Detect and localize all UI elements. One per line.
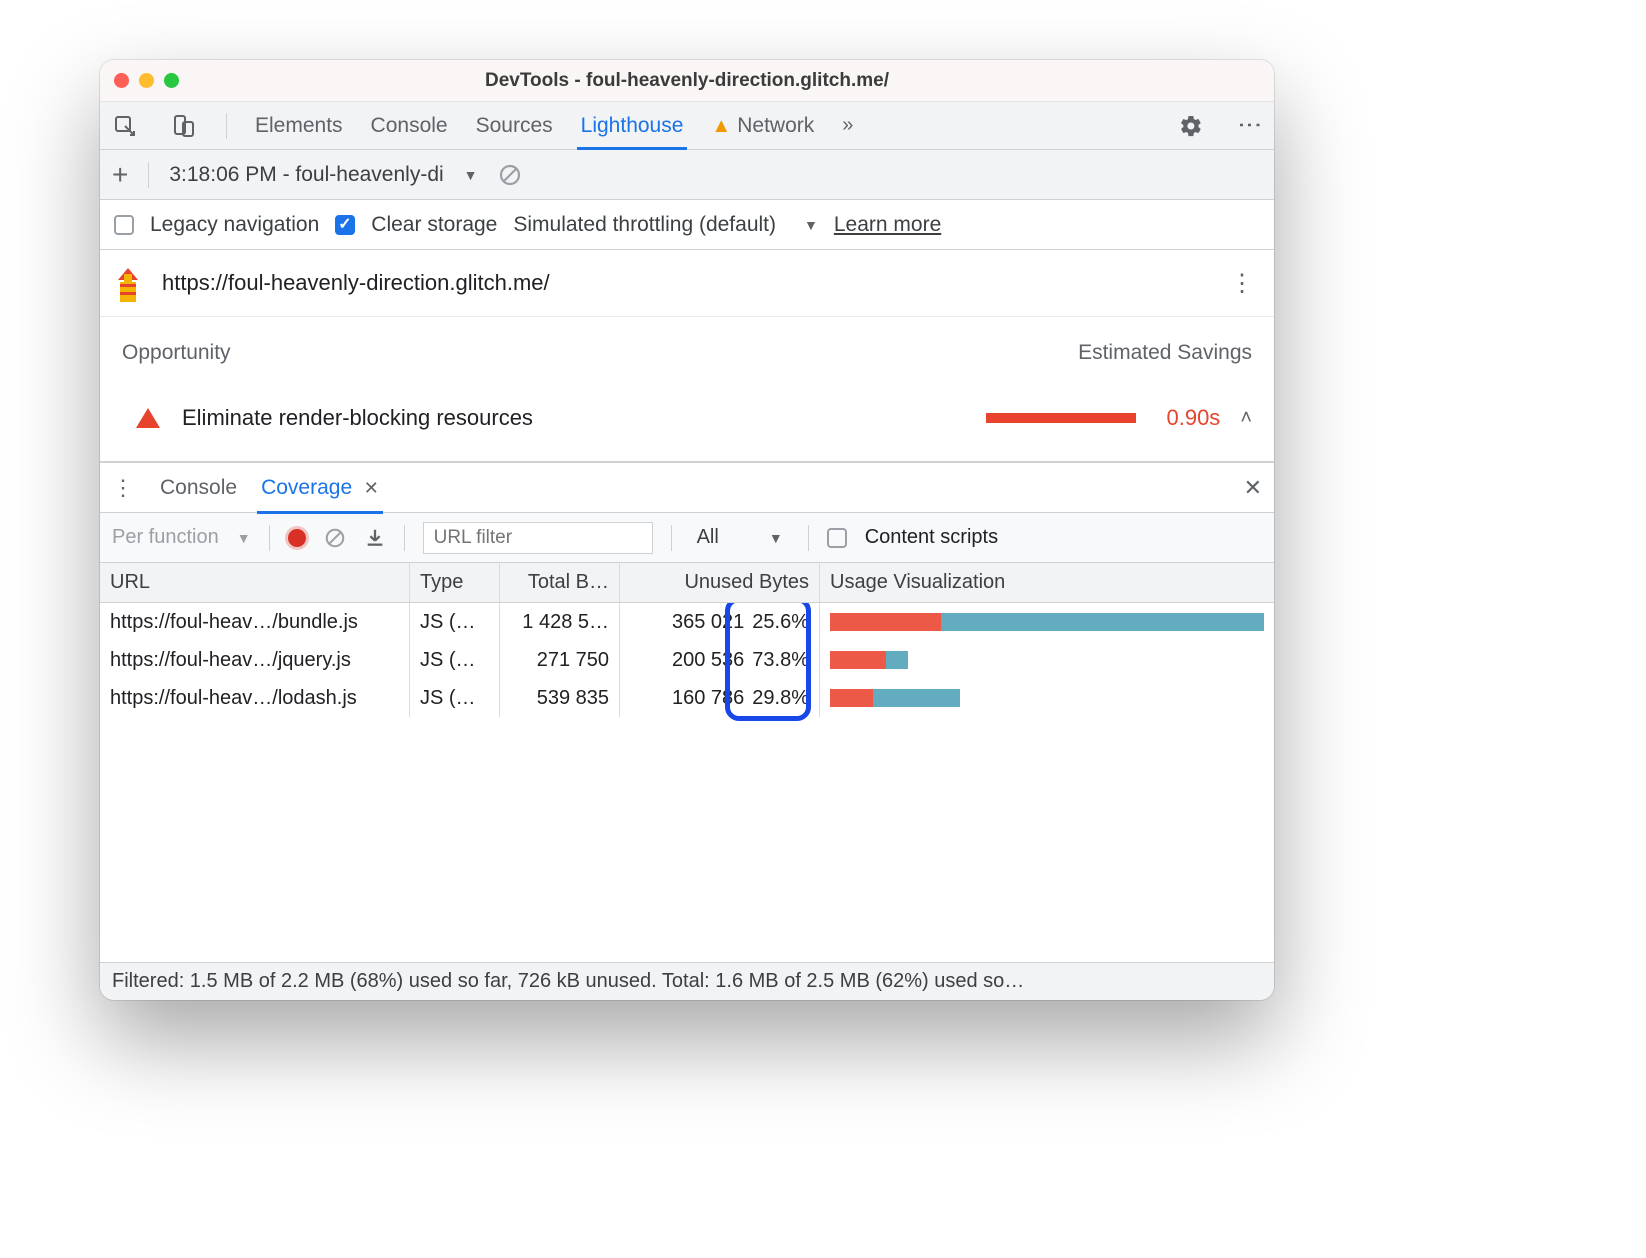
mode-chevron-icon[interactable]: ▼: [237, 530, 251, 546]
cell-url: https://foul-heav…/lodash.js: [100, 679, 410, 717]
cell-unused-bytes: 160 78629.8%: [620, 679, 820, 717]
lighthouse-toolbar: + 3:18:06 PM - foul-heavenly-di ▼: [100, 150, 1274, 200]
cell-type: JS (…: [410, 679, 500, 717]
col-type[interactable]: Type: [410, 563, 500, 602]
cell-type: JS (…: [410, 603, 500, 641]
cell-usage-viz: [820, 679, 1274, 717]
coverage-mode-dropdown[interactable]: Per function: [112, 526, 219, 549]
cell-total-bytes: 1 428 5…: [500, 603, 620, 641]
export-icon[interactable]: [364, 527, 386, 549]
legacy-navigation-label: Legacy navigation: [150, 213, 319, 237]
clear-coverage-icon[interactable]: [324, 527, 346, 549]
close-window-button[interactable]: [114, 73, 129, 88]
tab-network[interactable]: ▲ Network: [711, 114, 814, 138]
opportunity-row[interactable]: Eliminate render-blocking resources 0.90…: [100, 375, 1274, 463]
report-menu-icon[interactable]: ⋮: [1230, 269, 1256, 298]
lighthouse-settings: Legacy navigation Clear storage Simulate…: [100, 200, 1274, 250]
collapse-chevron-icon[interactable]: ˄: [1240, 407, 1252, 430]
type-filter-dropdown[interactable]: All ▼: [690, 525, 790, 550]
clear-storage-checkbox[interactable]: [335, 215, 355, 235]
cell-total-bytes: 271 750: [500, 641, 620, 679]
divider: [808, 525, 809, 551]
tab-lighthouse[interactable]: Lighthouse: [581, 114, 684, 138]
cell-url: https://foul-heav…/jquery.js: [100, 641, 410, 679]
learn-more-link[interactable]: Learn more: [834, 213, 941, 237]
warning-icon: ▲: [711, 115, 731, 137]
drawer-menu-icon[interactable]: ⋮: [112, 475, 136, 501]
divider: [148, 162, 149, 188]
table-row[interactable]: https://foul-heav…/lodash.jsJS (…539 835…: [100, 679, 1274, 717]
new-report-button[interactable]: +: [112, 159, 128, 191]
devtools-tabbar: Elements Console Sources Lighthouse ▲ Net…: [100, 102, 1274, 150]
report-url: https://foul-heavenly-direction.glitch.m…: [162, 270, 550, 296]
content-scripts-label: Content scripts: [865, 526, 998, 549]
throttling-chevron-icon[interactable]: ▼: [804, 217, 818, 233]
cell-usage-viz: [820, 641, 1274, 679]
legacy-navigation-checkbox[interactable]: [114, 215, 134, 235]
close-tab-icon[interactable]: ✕: [364, 478, 379, 498]
col-total-bytes[interactable]: Total B…: [500, 563, 620, 602]
type-filter-chevron-icon: ▼: [769, 530, 783, 546]
opportunity-header-label: Opportunity: [122, 341, 231, 365]
tab-console[interactable]: Console: [371, 114, 448, 138]
minimize-window-button[interactable]: [139, 73, 154, 88]
report-dropdown[interactable]: 3:18:06 PM - foul-heavenly-di: [169, 163, 443, 187]
settings-gear-icon[interactable]: [1176, 111, 1206, 141]
opportunity-title: Eliminate render-blocking resources: [182, 405, 533, 431]
cell-unused-bytes: 200 53673.8%: [620, 641, 820, 679]
drawer-tab-coverage-label: Coverage: [261, 476, 352, 499]
dropdown-chevron-icon[interactable]: ▼: [464, 167, 478, 183]
savings-value: 0.90s: [1166, 405, 1220, 431]
content-scripts-checkbox[interactable]: [827, 528, 847, 548]
cell-url: https://foul-heav…/bundle.js: [100, 603, 410, 641]
type-filter-value: All: [697, 526, 719, 549]
lighthouse-url-row: https://foul-heavenly-direction.glitch.m…: [100, 250, 1274, 317]
record-button[interactable]: [288, 529, 306, 547]
devtools-window: DevTools - foul-heavenly-direction.glitc…: [100, 60, 1274, 1000]
window-titlebar: DevTools - foul-heavenly-direction.glitc…: [100, 60, 1274, 102]
kebab-menu-icon[interactable]: ⋮: [1234, 111, 1264, 141]
coverage-table-header: URL Type Total B… Unused Bytes Usage Vis…: [100, 563, 1274, 603]
divider: [671, 525, 672, 551]
zoom-window-button[interactable]: [164, 73, 179, 88]
coverage-table-body: https://foul-heav…/bundle.jsJS (…1 428 5…: [100, 603, 1274, 962]
drawer-tab-console[interactable]: Console: [160, 476, 237, 500]
coverage-toolbar: Per function ▼ All ▼ Content scripts: [100, 513, 1274, 563]
lighthouse-logo-icon: [108, 264, 148, 302]
col-usage-viz[interactable]: Usage Visualization: [820, 563, 1274, 602]
col-unused-bytes[interactable]: Unused Bytes: [620, 563, 820, 602]
fail-triangle-icon: [136, 408, 160, 428]
cell-unused-bytes: 365 02125.6%: [620, 603, 820, 641]
divider: [226, 113, 227, 139]
more-tabs-icon[interactable]: »: [842, 114, 853, 137]
close-drawer-icon[interactable]: ✕: [1244, 475, 1262, 501]
clear-storage-label: Clear storage: [371, 213, 497, 237]
tab-network-label: Network: [737, 114, 814, 137]
estimated-savings-header-label: Estimated Savings: [1078, 341, 1252, 365]
table-row[interactable]: https://foul-heav…/bundle.jsJS (…1 428 5…: [100, 603, 1274, 641]
col-url[interactable]: URL: [100, 563, 410, 602]
tab-elements[interactable]: Elements: [255, 114, 343, 138]
cell-usage-viz: [820, 603, 1274, 641]
clear-icon[interactable]: [498, 163, 522, 187]
device-toolbar-icon[interactable]: [168, 111, 198, 141]
traffic-lights: [114, 73, 179, 88]
drawer-tab-coverage[interactable]: Coverage ✕: [261, 476, 379, 500]
table-row[interactable]: https://foul-heav…/jquery.jsJS (…271 750…: [100, 641, 1274, 679]
divider: [269, 525, 270, 551]
drawer-tabbar: ⋮ Console Coverage ✕ ✕: [100, 463, 1274, 513]
url-filter-input[interactable]: [423, 522, 653, 554]
cell-type: JS (…: [410, 641, 500, 679]
window-title: DevTools - foul-heavenly-direction.glitc…: [100, 70, 1274, 92]
savings-bar: [986, 413, 1136, 423]
inspect-element-icon[interactable]: [110, 111, 140, 141]
opportunity-section-header: Opportunity Estimated Savings: [100, 317, 1274, 375]
divider: [404, 525, 405, 551]
coverage-status-bar: Filtered: 1.5 MB of 2.2 MB (68%) used so…: [100, 962, 1274, 1000]
throttling-label: Simulated throttling (default): [513, 213, 776, 237]
tab-sources[interactable]: Sources: [476, 114, 553, 138]
cell-total-bytes: 539 835: [500, 679, 620, 717]
